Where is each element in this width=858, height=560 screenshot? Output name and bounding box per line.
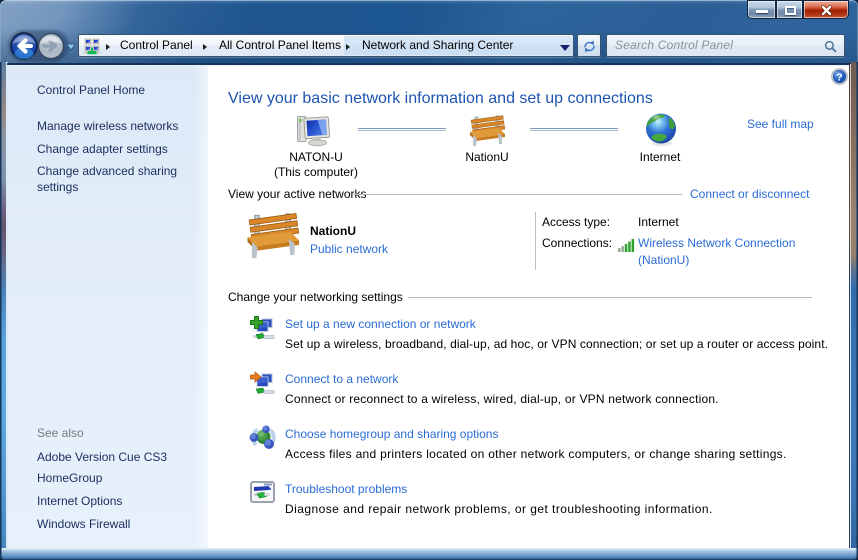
svg-text:?: ? bbox=[836, 71, 842, 83]
